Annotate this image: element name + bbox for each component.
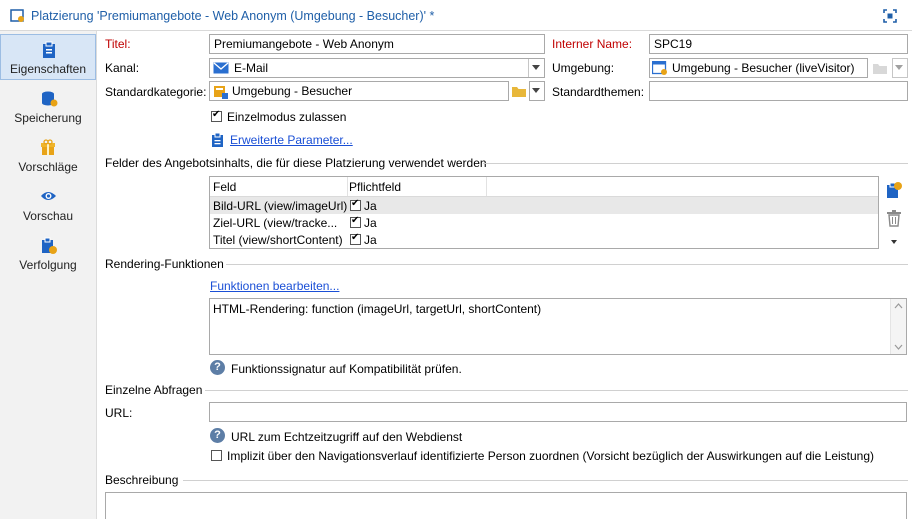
kanal-select[interactable]: E-Mail bbox=[209, 58, 545, 78]
window-title: Platzierung 'Premiumangebote - Web Anony… bbox=[31, 9, 435, 23]
pflichtfeld-checkbox[interactable] bbox=[350, 198, 361, 211]
chevron-up-icon[interactable] bbox=[894, 303, 903, 309]
pflichtfeld-checkbox[interactable] bbox=[350, 215, 361, 228]
beschreibung-section-title: Beschreibung bbox=[105, 473, 179, 487]
rendering-text: HTML-Rendering: function (imageUrl, targ… bbox=[213, 302, 542, 316]
add-field-icon[interactable] bbox=[885, 181, 903, 199]
chevron-down-icon[interactable] bbox=[894, 344, 903, 350]
column-header-feld[interactable]: Feld bbox=[213, 180, 236, 194]
titel-input[interactable]: Premiumangebote - Web Anonym bbox=[209, 34, 545, 54]
kanal-value: E-Mail bbox=[234, 61, 269, 75]
standardkategorie-dropdown[interactable] bbox=[529, 81, 545, 101]
sidebar-item-verfolgung[interactable]: Verfolgung bbox=[0, 231, 96, 277]
section-divider bbox=[183, 480, 908, 481]
eye-icon bbox=[41, 192, 56, 200]
mail-icon bbox=[213, 62, 229, 74]
einzelmodus-checkbox[interactable] bbox=[211, 109, 222, 122]
sidebar: Eigenschaften Speicherung Vorschläge Vor… bbox=[0, 31, 97, 519]
column-header-pflichtfeld[interactable]: Pflichtfeld bbox=[349, 180, 401, 194]
url-help-text: URL zum Echtzeitzugriff auf den Webdiens… bbox=[231, 430, 463, 444]
title-bar: Platzierung 'Premiumangebote - Web Anony… bbox=[0, 0, 912, 31]
umgebung-value: Umgebung - Besucher (liveVisitor) bbox=[672, 61, 855, 75]
maximize-icon[interactable] bbox=[882, 8, 898, 24]
pflichtfeld-cell: Ja bbox=[364, 199, 377, 213]
standardthemen-label: Standardthemen: bbox=[552, 85, 645, 99]
table-row[interactable]: Ziel-URL (view/tracke... Ja bbox=[210, 214, 878, 231]
standardthemen-input[interactable] bbox=[649, 81, 908, 101]
abfragen-section-title: Einzelne Abfragen bbox=[105, 383, 203, 397]
rendering-textarea[interactable]: HTML-Rendering: function (imageUrl, targ… bbox=[209, 298, 907, 355]
table-row[interactable]: Titel (view/shortContent) Ja bbox=[210, 231, 878, 248]
environment-icon bbox=[652, 61, 667, 75]
implizit-label: Implizit über den Navigationsverlauf ide… bbox=[227, 449, 875, 463]
interner-name-input[interactable]: SPC19 bbox=[649, 34, 908, 54]
funktionen-bearbeiten-link[interactable]: Funktionen bearbeiten... bbox=[210, 279, 339, 293]
scrollbar[interactable] bbox=[890, 299, 906, 354]
url-label: URL: bbox=[105, 406, 133, 420]
sidebar-item-eigenschaften[interactable]: Eigenschaften bbox=[0, 34, 96, 80]
help-icon: ? bbox=[210, 360, 225, 375]
clipboard-icon bbox=[212, 132, 223, 147]
standardkategorie-label: Standardkategorie: bbox=[105, 85, 207, 99]
pflichtfeld-cell: Ja bbox=[364, 216, 377, 230]
einzelmodus-label: Einzelmodus zulassen bbox=[227, 110, 347, 124]
sidebar-item-label: Vorschau bbox=[22, 209, 74, 223]
kanal-label: Kanal: bbox=[105, 61, 140, 75]
placement-icon bbox=[10, 9, 24, 22]
chevron-down-icon[interactable] bbox=[890, 238, 898, 246]
feld-cell: Bild-URL (view/imageUrl) bbox=[213, 199, 348, 213]
sidebar-item-vorschlaege[interactable]: Vorschläge bbox=[0, 133, 96, 179]
felder-section-title: Felder des Angebotsinhalts, die für dies… bbox=[105, 156, 487, 170]
sidebar-item-speicherung[interactable]: Speicherung bbox=[0, 84, 96, 130]
database-icon bbox=[42, 91, 58, 107]
umgebung-label: Umgebung: bbox=[552, 61, 615, 75]
section-divider bbox=[226, 264, 908, 265]
section-divider bbox=[205, 390, 908, 391]
sidebar-item-label: Vorschläge bbox=[18, 160, 78, 174]
umgebung-dropdown[interactable] bbox=[892, 58, 908, 78]
gift-icon bbox=[41, 139, 55, 155]
folder-icon[interactable] bbox=[872, 61, 888, 75]
section-divider bbox=[483, 163, 908, 164]
erweiterte-parameter-link[interactable]: Erweiterte Parameter... bbox=[230, 133, 353, 147]
pflichtfeld-checkbox[interactable] bbox=[350, 232, 361, 245]
trash-icon[interactable] bbox=[886, 209, 902, 227]
sidebar-item-label: Speicherung bbox=[14, 111, 82, 125]
table-header: Feld Pflichtfeld bbox=[210, 177, 878, 197]
feld-cell: Ziel-URL (view/tracke... bbox=[213, 216, 338, 230]
sidebar-item-label: Verfolgung bbox=[19, 258, 77, 272]
chevron-down-icon[interactable] bbox=[528, 59, 544, 77]
beschreibung-textarea[interactable] bbox=[105, 492, 907, 519]
clipboard-icon bbox=[43, 41, 55, 58]
standardkategorie-value: Umgebung - Besucher bbox=[232, 84, 353, 98]
umgebung-field[interactable]: Umgebung - Besucher (liveVisitor) bbox=[649, 58, 868, 78]
chevron-down-icon bbox=[892, 59, 907, 77]
feld-cell: Titel (view/shortContent) bbox=[213, 233, 343, 247]
chevron-down-icon bbox=[529, 82, 544, 100]
table-row[interactable]: Bild-URL (view/imageUrl) Ja bbox=[210, 197, 878, 214]
pflichtfeld-cell: Ja bbox=[364, 233, 377, 247]
rendering-help-text: Funktionssignatur auf Kompatibilität prü… bbox=[231, 362, 462, 376]
rendering-section-title: Rendering-Funktionen bbox=[105, 257, 224, 271]
folder-icon[interactable] bbox=[511, 84, 527, 98]
sidebar-item-vorschau[interactable]: Vorschau bbox=[0, 182, 96, 228]
standardkategorie-field[interactable]: Umgebung - Besucher bbox=[209, 81, 509, 101]
url-input[interactable] bbox=[209, 402, 907, 422]
tracking-icon bbox=[42, 237, 57, 254]
felder-table: Feld Pflichtfeld Bild-URL (view/imageUrl… bbox=[209, 176, 879, 249]
category-icon bbox=[214, 86, 228, 99]
interner-name-label: Interner Name: bbox=[552, 37, 633, 51]
implizit-checkbox[interactable] bbox=[211, 450, 222, 461]
sidebar-item-label: Eigenschaften bbox=[9, 62, 87, 76]
titel-label: Titel: bbox=[105, 37, 131, 51]
help-icon: ? bbox=[210, 428, 225, 443]
